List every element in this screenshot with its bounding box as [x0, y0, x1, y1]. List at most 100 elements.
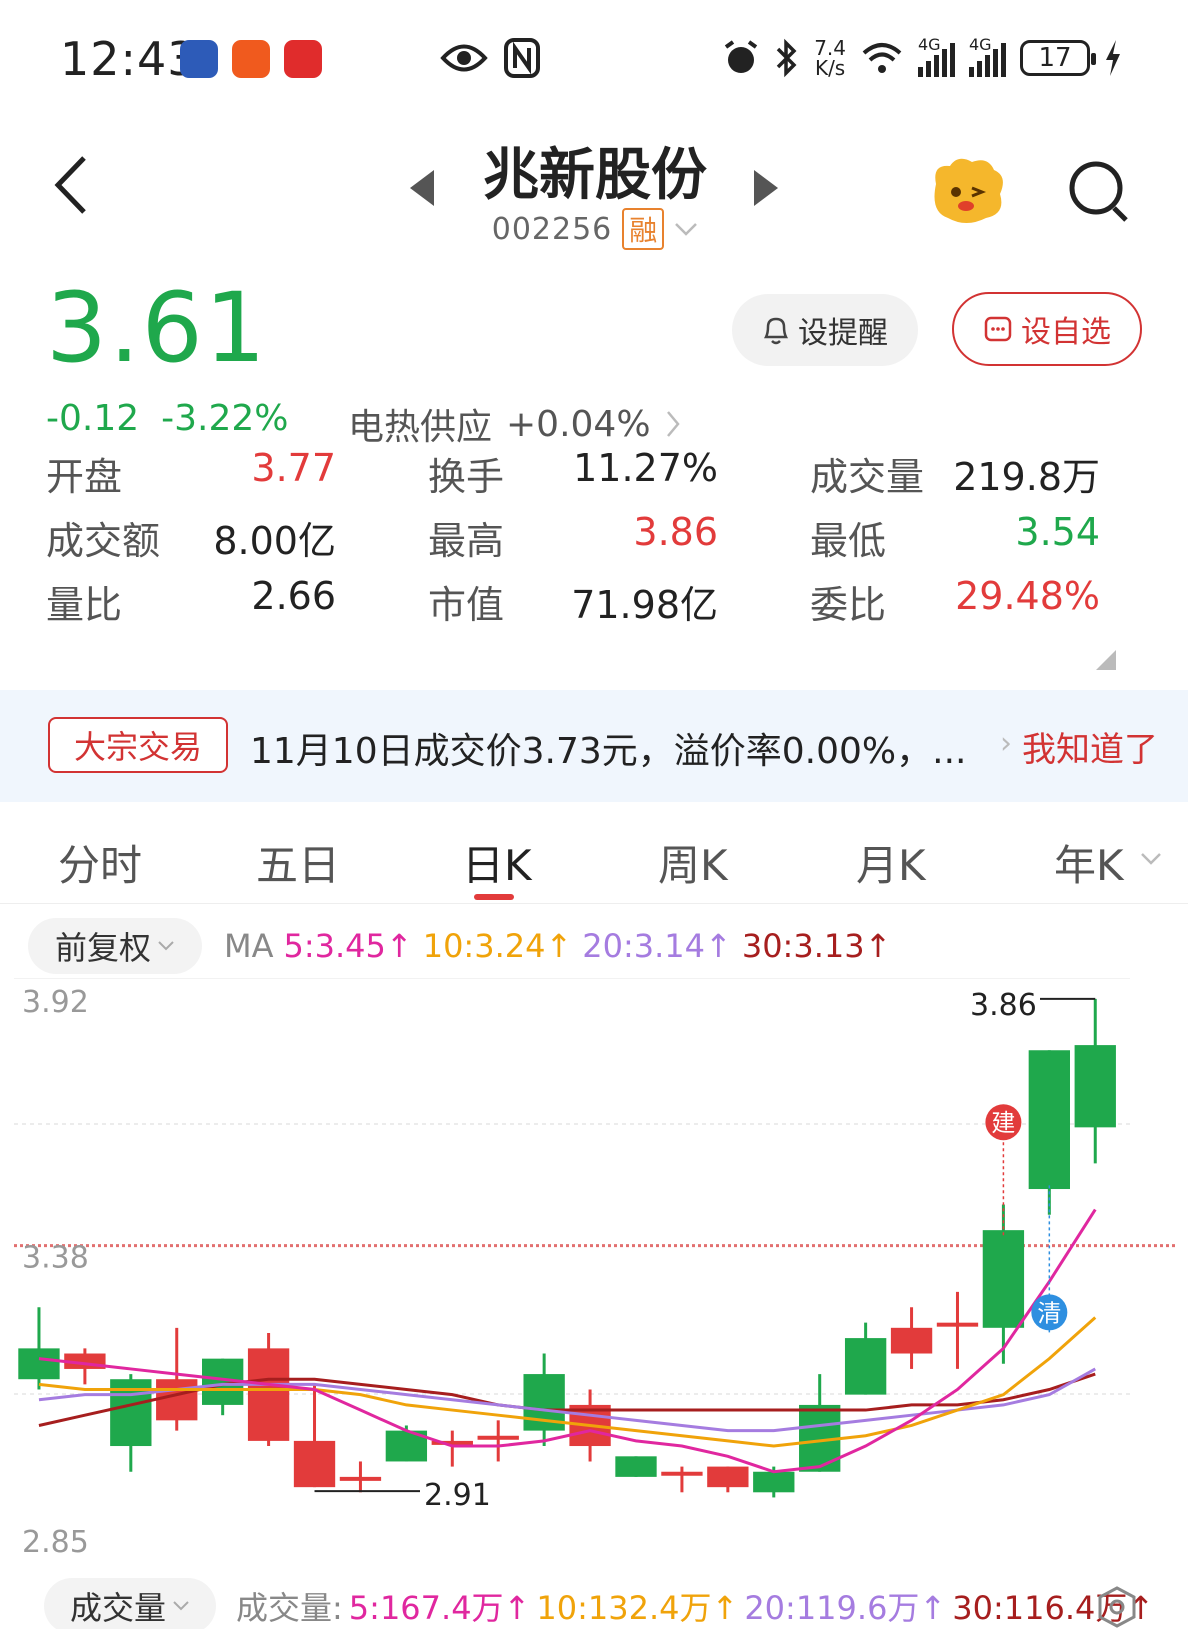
- candle-body: [936, 1322, 979, 1327]
- candle-body: [339, 1476, 382, 1481]
- tab-five-day[interactable]: 五日: [256, 832, 340, 893]
- high-price-label: 3.86: [970, 988, 1037, 1023]
- ma20-value: 20:3.14↑: [582, 927, 732, 965]
- tab-daily-k[interactable]: 日K: [462, 832, 532, 893]
- battery-indicator: 17: [1020, 40, 1096, 76]
- sector-change: +0.04%: [506, 403, 651, 445]
- status-bar: 12:43 7.4 K/s 4G 4G 17: [0, 0, 1188, 110]
- ma5-value: 5:3.45↑: [283, 927, 413, 965]
- eye-icon: [440, 44, 488, 72]
- quote-value: 3.86: [633, 510, 718, 554]
- candle-body: [477, 1435, 519, 1440]
- network-speed: 7.4 K/s: [814, 36, 846, 80]
- back-button[interactable]: [48, 150, 98, 220]
- expand-corner-icon[interactable]: [1096, 650, 1116, 670]
- candlestick-chart[interactable]: 3.92 3.38 2.85 3.86 2.91 建清: [0, 978, 1188, 1564]
- add-watchlist-button[interactable]: 设自选: [952, 292, 1142, 366]
- dismiss-banner-button[interactable]: 我知道了: [1022, 722, 1158, 771]
- candle-body: [661, 1471, 703, 1476]
- stock-code: 002256: [491, 211, 613, 247]
- chat-dots-icon: [984, 316, 1012, 342]
- signal-icon-1: 4G: [918, 35, 955, 77]
- bell-icon: [763, 317, 789, 345]
- settings-hexagon-icon[interactable]: [1096, 1586, 1138, 1628]
- candle-body: [247, 1348, 290, 1441]
- app-notification-icon-1: [180, 40, 218, 78]
- quote-label: 最低: [810, 519, 887, 563]
- vol-ma10-value: 10:132.4万↑: [536, 1588, 739, 1627]
- low-price-label: 2.91: [424, 1478, 491, 1513]
- change-percent: -3.22%: [161, 398, 289, 439]
- candle-body: [890, 1327, 933, 1354]
- alarm-icon: [725, 40, 758, 73]
- trade-marker-text: 建: [991, 1109, 1015, 1137]
- stock-name: 兆新股份: [483, 143, 707, 208]
- ma30-value: 30:3.13↑: [741, 927, 892, 965]
- chevron-right-icon: ›: [1000, 726, 1012, 761]
- app-notification-icon-2: [232, 40, 270, 78]
- current-price: 3.61: [46, 272, 268, 384]
- quote-value: 29.48%: [955, 574, 1100, 618]
- candle-body: [293, 1440, 336, 1488]
- chevron-right-icon: [666, 411, 680, 437]
- quote-label: 成交量: [810, 455, 925, 499]
- chevron-down-icon[interactable]: [674, 221, 698, 237]
- candle-body: [615, 1456, 657, 1477]
- active-tab-indicator: [474, 894, 514, 900]
- candle-body: [1074, 1045, 1116, 1128]
- tab-yearly-k[interactable]: 年K: [1054, 832, 1124, 893]
- previous-stock-button[interactable]: [408, 170, 436, 206]
- ma-legend: 前复权 MA 5:3.45↑ 10:3.24↑ 20:3.14↑ 30:3.13…: [0, 912, 1188, 980]
- volume-legend: 成交量 成交量: 5:167.4万↑ 10:132.4万↑ 20:119.6万↑…: [0, 1577, 1188, 1629]
- indicator-selector[interactable]: 成交量: [44, 1577, 216, 1629]
- set-alert-label: 设提醒: [798, 316, 888, 351]
- sector-name: 电热供应: [348, 407, 493, 448]
- set-alert-button[interactable]: 设提醒: [732, 294, 918, 366]
- candle-body: [156, 1379, 198, 1421]
- quote-label: 换手: [428, 455, 505, 499]
- block-trade-text: 11月10日成交价3.73元，溢价率0.00%，...: [250, 731, 967, 772]
- next-stock-button[interactable]: [752, 170, 780, 206]
- ma-label: MA: [224, 927, 274, 965]
- quote-label: 委比: [810, 583, 887, 627]
- bluetooth-icon: [776, 38, 797, 78]
- tab-monthly-k[interactable]: 月K: [856, 832, 926, 893]
- wifi-icon: [862, 43, 902, 73]
- quote-value: 3.54: [1015, 510, 1100, 554]
- quote-label: 量比: [46, 583, 123, 627]
- price-adjust-selector[interactable]: 前复权: [28, 918, 202, 974]
- quote-value: 3.77: [251, 446, 336, 490]
- chevron-down-icon[interactable]: [1140, 852, 1162, 866]
- candle-body: [1028, 1050, 1070, 1190]
- charging-icon: [1106, 40, 1120, 76]
- candle-body: [707, 1466, 749, 1488]
- y-axis-label-top: 3.92: [22, 985, 89, 1020]
- y-axis-label-mid: 3.38: [22, 1241, 89, 1276]
- quote-value: 219.8万: [953, 455, 1100, 499]
- candle-body: [18, 1348, 60, 1380]
- candle-body: [753, 1471, 795, 1493]
- assistant-mascot-icon[interactable]: [926, 154, 1008, 226]
- trade-marker-text: 清: [1037, 1299, 1061, 1327]
- nfc-icon: [504, 38, 540, 78]
- tab-intraday[interactable]: 分时: [58, 832, 142, 893]
- candle-body: [982, 1230, 1025, 1328]
- tab-weekly-k[interactable]: 周K: [658, 832, 728, 893]
- price-change: -0.12 -3.22%: [46, 398, 311, 439]
- margin-trading-badge: 融: [622, 208, 665, 250]
- candle-body: [844, 1338, 887, 1395]
- quote-value: 71.98亿: [571, 583, 718, 627]
- quote-label: 市值: [428, 583, 505, 627]
- indicator-selector-label: 成交量: [69, 1588, 166, 1627]
- quote-label: 最高: [428, 519, 505, 563]
- stock-header: 兆新股份 002256 融: [0, 110, 1188, 270]
- quote-value: 8.00亿: [213, 519, 336, 563]
- sector-link[interactable]: 电热供应 +0.04%: [348, 398, 681, 450]
- search-icon[interactable]: [1066, 156, 1132, 226]
- app-notification-icon-3: [284, 40, 322, 78]
- y-axis-label-bottom: 2.85: [22, 1525, 89, 1560]
- block-trade-banner[interactable]: 大宗交易 11月10日成交价3.73元，溢价率0.00%，... › 我知道了: [0, 690, 1188, 802]
- volume-label: 成交量:: [236, 1588, 343, 1627]
- vol-ma5-value: 5:167.4万↑: [348, 1588, 531, 1627]
- signal-icon-2: 4G: [969, 35, 1006, 77]
